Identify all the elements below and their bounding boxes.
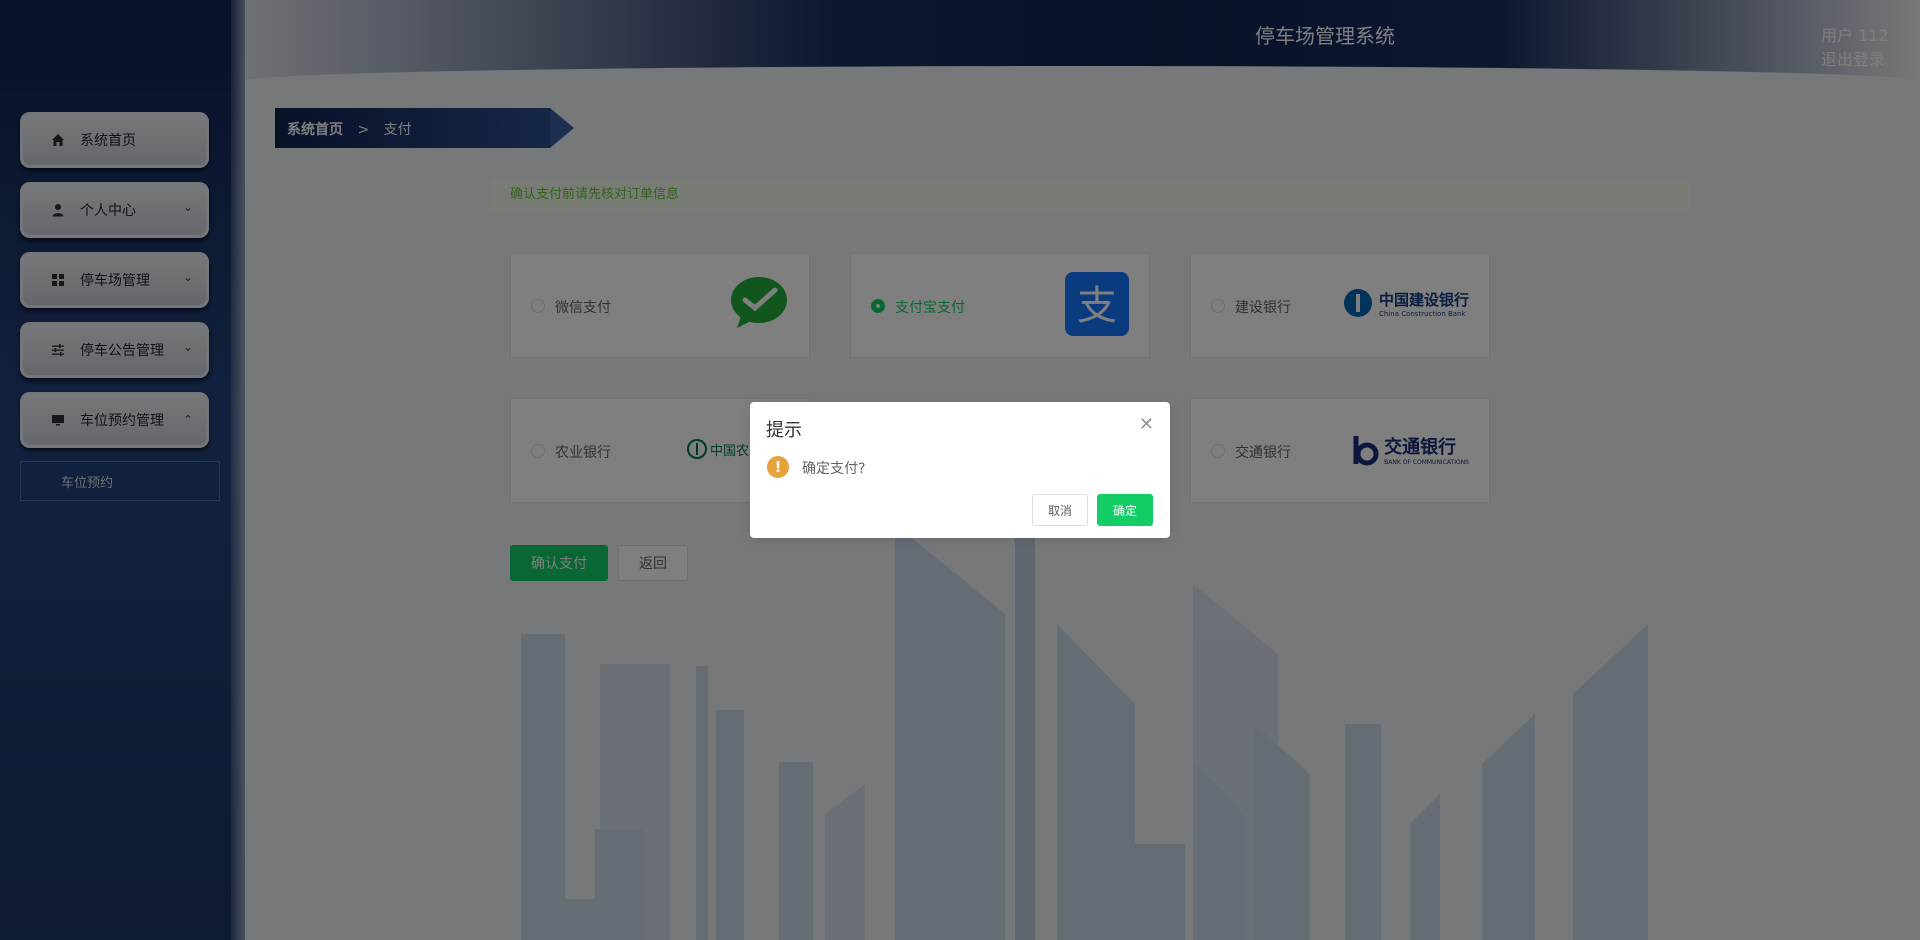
confirm-dialog: 提示 ✕ ! 确定支付? 取消 确定: [750, 402, 1170, 538]
ok-button[interactable]: 确定: [1097, 494, 1153, 526]
cancel-button[interactable]: 取消: [1032, 494, 1088, 526]
close-icon[interactable]: ✕: [1139, 414, 1154, 435]
warning-icon: !: [767, 456, 789, 478]
dialog-message: 确定支付?: [802, 461, 866, 477]
dialog-title: 提示: [766, 420, 802, 441]
